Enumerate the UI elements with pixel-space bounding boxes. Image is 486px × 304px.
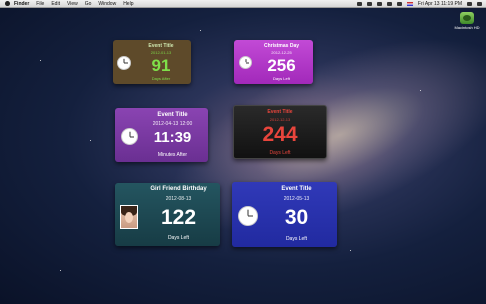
alarm-clock-icon — [239, 56, 252, 69]
countdown-widget[interactable]: Girl Friend Birthday 2012-08-13 122 Days… — [115, 183, 220, 246]
star — [90, 140, 91, 141]
user-icon[interactable] — [467, 1, 472, 6]
widget-count: 256 — [267, 56, 296, 75]
countdown-widget[interactable]: Event Title 2012-12-13 244 Days Left — [233, 105, 327, 159]
status-area: Fri Apr 13 11:19 PM — [356, 1, 486, 7]
hard-drive-icon — [460, 12, 474, 24]
menu-go[interactable]: Go — [85, 1, 92, 7]
widget-date: 2012-05-13 — [283, 196, 310, 202]
menu-view[interactable]: View — [67, 1, 78, 7]
alarm-clock-icon — [238, 206, 258, 226]
widget-caption: Days Left — [269, 150, 291, 156]
countdown-widget[interactable]: Christmas Day 2012-12-25 256 Days Left — [234, 40, 313, 84]
widget-date: 2012-12-13 — [269, 117, 291, 122]
widget-caption: Days Left — [285, 236, 308, 242]
menu-finder[interactable]: Finder — [14, 1, 29, 7]
widget-date: 2012-04-13 12:00 — [152, 121, 193, 127]
alarm-clock-icon — [121, 128, 138, 145]
widget-caption: Days Left — [273, 76, 290, 81]
bluetooth-icon[interactable] — [366, 1, 372, 6]
widget-title: Event Title — [157, 112, 188, 118]
wifi-icon[interactable] — [386, 1, 392, 6]
menu-clock[interactable]: Fri Apr 13 11:19 PM — [418, 1, 462, 7]
widget-caption: Days After — [151, 76, 171, 81]
menu-extra-icon[interactable] — [356, 1, 362, 6]
input-source-flag-icon[interactable] — [406, 1, 413, 6]
widget-count: 30 — [284, 206, 309, 229]
menu-help[interactable]: Help — [123, 1, 133, 7]
widget-count: 11:39 — [153, 129, 192, 146]
widget-title: Girl Friend Birthday — [150, 186, 207, 192]
countdown-widget[interactable]: Event Title 2012-05-13 30 Days Left — [232, 182, 337, 247]
widget-title: Christmas Day — [263, 43, 299, 49]
star — [40, 60, 41, 61]
drive-label: Macintosh HD — [454, 25, 480, 30]
widget-date: 2012-08-13 — [165, 196, 192, 202]
spotlight-icon[interactable] — [477, 1, 482, 6]
desktop-drive[interactable]: Macintosh HD — [452, 12, 482, 30]
widget-count: 91 — [151, 56, 171, 75]
menu-edit[interactable]: Edit — [51, 1, 60, 7]
volume-icon[interactable] — [396, 1, 402, 6]
star — [420, 90, 421, 91]
widget-date: 2012-01-13 — [150, 50, 172, 55]
star — [350, 250, 351, 251]
widget-title: Event Title — [148, 43, 174, 49]
menu-bar: Finder File Edit View Go Window Help Fri… — [0, 0, 486, 8]
widget-caption: Days Left — [167, 235, 190, 241]
widget-count: 122 — [160, 206, 197, 229]
star — [200, 30, 201, 31]
countdown-widget[interactable]: Event Title 2012-04-13 12:00 11:39 Minut… — [115, 108, 208, 162]
star — [60, 270, 61, 271]
widget-date: 2012-12-25 — [271, 50, 292, 55]
menu-file[interactable]: File — [36, 1, 44, 7]
countdown-widget[interactable]: Event Title 2012-01-13 91 Days After — [113, 40, 191, 84]
apple-icon[interactable] — [5, 1, 10, 6]
widget-caption: Minutes After — [157, 152, 188, 158]
widget-title: Event Title — [267, 109, 293, 115]
menu-window[interactable]: Window — [98, 1, 116, 7]
avatar — [120, 205, 138, 229]
widget-count: 244 — [262, 123, 298, 146]
widget-title: Event Title — [281, 186, 312, 192]
avatar-face — [125, 211, 133, 223]
time-machine-icon[interactable] — [376, 1, 382, 6]
alarm-clock-icon — [117, 56, 131, 70]
